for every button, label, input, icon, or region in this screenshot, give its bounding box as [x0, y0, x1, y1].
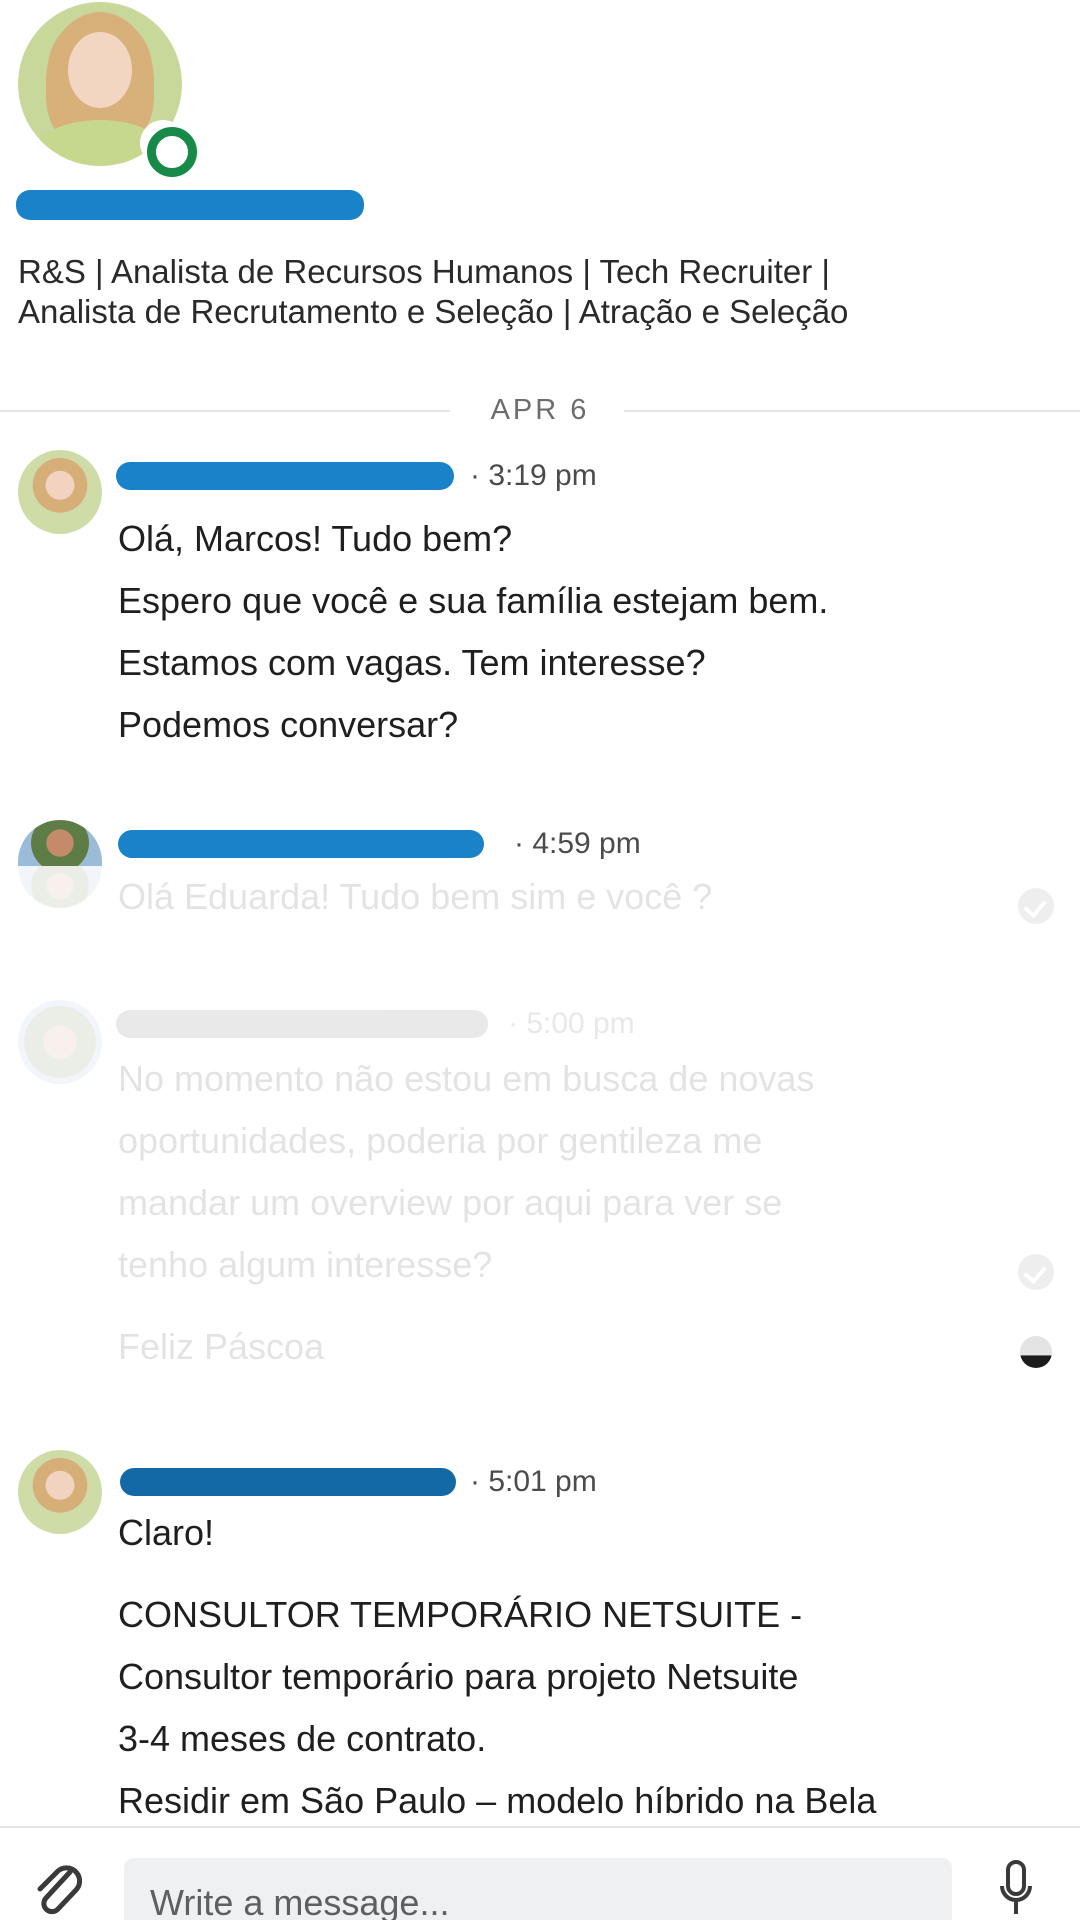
sender-name-redacted[interactable]	[120, 1468, 456, 1496]
online-status-icon	[140, 120, 197, 177]
message-time: · 3:19 pm	[470, 459, 597, 492]
headline-line: R&S | Analista de Recursos Humanos | Tec…	[18, 253, 830, 290]
sender-avatar[interactable]	[18, 820, 102, 866]
message-text: No momento não estou em busca de novas o…	[118, 1048, 1018, 1296]
message-line: Consultor temporário para projeto Netsui…	[118, 1656, 799, 1697]
sender-avatar-faded	[18, 864, 102, 908]
message-line: tenho algum interesse?	[118, 1244, 493, 1285]
message-text: Claro! CONSULTOR TEMPORÁRIO NETSUITE - C…	[118, 1502, 1018, 1832]
sender-name-redacted[interactable]	[116, 1010, 488, 1038]
message-text: Feliz Páscoa	[118, 1316, 1018, 1378]
message-line: mandar um overview por aqui para ver se	[118, 1182, 783, 1223]
message-line	[118, 1564, 1018, 1584]
profile-name-redacted[interactable]	[16, 190, 364, 220]
read-check-icon	[1018, 888, 1054, 924]
message-line: Feliz Páscoa	[118, 1326, 325, 1367]
message-text: Olá, Marcos! Tudo bem? Espero que você e…	[118, 508, 1018, 756]
sender-avatar[interactable]	[18, 1450, 102, 1534]
profile-header: R&S | Analista de Recursos Humanos | Tec…	[0, 0, 1080, 410]
message-line: No momento não estou em busca de novas	[118, 1058, 815, 1099]
message-time: · 5:01 pm	[470, 1465, 597, 1498]
message-text: Olá Eduarda! Tudo bem sim e você ?	[118, 866, 1018, 928]
headline-line: Analista de Recrutamento e Seleção | Atr…	[18, 293, 849, 330]
date-label: APR 6	[490, 394, 590, 426]
message-line: Claro!	[118, 1512, 215, 1553]
paperclip-icon[interactable]	[30, 1858, 82, 1918]
avatar-face	[68, 32, 132, 108]
message-composer	[0, 1826, 1080, 1920]
divider-line	[0, 410, 450, 412]
message-time: · 4:59 pm	[514, 827, 641, 860]
message-line: Olá Eduarda! Tudo bem sim e você ?	[118, 876, 713, 917]
message-line: Olá, Marcos! Tudo bem?	[118, 518, 513, 559]
microphone-icon[interactable]	[996, 1858, 1036, 1918]
message-time: · 5:00 pm	[508, 1007, 635, 1040]
date-divider: APR 6	[0, 390, 1080, 430]
message-line: 3-4 meses de contrato.	[118, 1718, 487, 1759]
conversation-view: R&S | Analista de Recursos Humanos | Tec…	[0, 0, 1080, 1920]
message-input[interactable]	[124, 1858, 952, 1920]
seen-indicator-icon	[1020, 1336, 1052, 1368]
profile-headline: R&S | Analista de Recursos Humanos | Tec…	[18, 252, 1058, 332]
message-line: oportunidades, poderia por gentileza me	[118, 1120, 763, 1161]
message-line: CONSULTOR TEMPORÁRIO NETSUITE -	[118, 1594, 803, 1635]
sender-avatar[interactable]	[18, 1000, 102, 1084]
message-line: Estamos com vagas. Tem interesse?	[118, 642, 706, 683]
message-line: Podemos conversar?	[118, 704, 459, 745]
sender-name-redacted[interactable]	[118, 830, 484, 858]
divider-line	[624, 410, 1080, 412]
message-line: Espero que você e sua família estejam be…	[118, 580, 829, 621]
sender-name-redacted[interactable]	[116, 462, 454, 490]
read-check-icon	[1018, 1254, 1054, 1290]
sender-avatar[interactable]	[18, 450, 102, 534]
message-line: Residir em São Paulo – modelo híbrido na…	[118, 1780, 877, 1821]
